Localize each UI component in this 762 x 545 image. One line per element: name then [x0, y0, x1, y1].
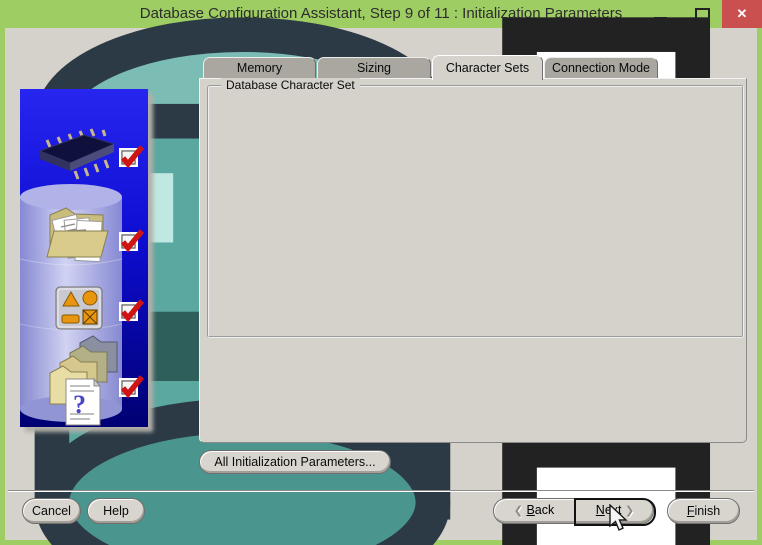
minimize-button[interactable]	[645, 0, 677, 28]
next-button[interactable]: Next ❯	[574, 498, 656, 526]
svg-text:?: ?	[73, 390, 86, 419]
tab-character-sets[interactable]: Character Sets	[432, 55, 543, 80]
tab-connection-mode[interactable]: Connection Mode	[544, 57, 658, 79]
tab-memory[interactable]: Memory	[203, 57, 316, 79]
cancel-button[interactable]: Cancel	[22, 498, 81, 524]
back-label: Back	[526, 503, 555, 517]
wizard-sidebar-graphic: ?	[20, 89, 148, 427]
maximize-button[interactable]	[686, 0, 718, 28]
close-button[interactable]: ✕	[722, 0, 762, 28]
back-next-group: ❮ Back Next ❯	[493, 498, 656, 526]
back-chevron-icon: ❮	[513, 505, 523, 517]
dbca-window: Database Configuration Assistant, Step 9…	[0, 0, 762, 545]
titlebar[interactable]: Database Configuration Assistant, Step 9…	[0, 0, 762, 545]
back-button[interactable]: ❮ Back	[494, 499, 575, 523]
next-chevron-icon: ❯	[624, 505, 635, 517]
all-initialization-parameters-button[interactable]: All Initialization Parameters...	[199, 450, 391, 474]
help-button[interactable]: Help	[87, 498, 145, 524]
finish-button[interactable]: Finish	[667, 498, 740, 524]
group-legend: Database Character Set	[221, 78, 360, 92]
next-label: Next	[595, 503, 622, 517]
shapes-panel-icon	[55, 286, 103, 330]
database-character-set-group: Database Character Set	[207, 78, 744, 338]
footer-separator	[8, 490, 754, 492]
tab-sizing[interactable]: Sizing	[317, 57, 431, 79]
folder-documents-icon	[46, 207, 109, 263]
